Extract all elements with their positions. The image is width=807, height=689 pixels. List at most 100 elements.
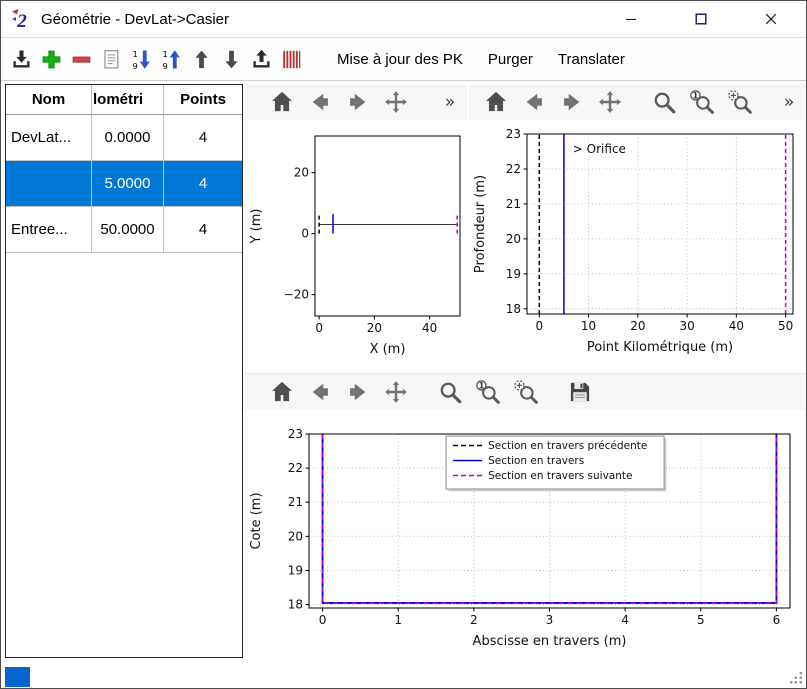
resize-grip[interactable] [789,671,803,685]
plan-toolbar: » [245,84,467,120]
forward-icon[interactable] [343,377,373,407]
svg-text:Abscisse en travers (m): Abscisse en travers (m) [473,634,627,649]
titlebar: 2 Géométrie - DevLat->Casier [1,1,806,38]
svg-text:Y (m): Y (m) [249,209,264,245]
svg-text:0: 0 [535,319,543,333]
minimize-button[interactable] [596,1,666,37]
profile-toolbar: 1» [469,84,806,120]
plan-chart[interactable]: 02040−20020X (m)Y (m) [245,120,467,366]
pan-icon[interactable] [381,377,411,407]
section-panel: 1 0123456181920212223Abscisse en travers… [245,373,806,660]
maximize-button[interactable] [666,1,736,37]
svg-text:18: 18 [288,598,303,612]
section-chart[interactable]: 0123456181920212223Abscisse en travers (… [245,410,806,660]
cell-nom[interactable] [6,161,92,206]
column-header-nom[interactable]: Nom [6,85,92,114]
svg-text:6: 6 [773,613,781,627]
svg-text:21: 21 [288,495,303,509]
table-header: Nom lométri Points [6,85,242,115]
svg-text:20: 20 [367,321,382,335]
zoom-fit-icon[interactable] [511,377,541,407]
add-icon[interactable] [40,48,63,71]
svg-text:Section en travers précédente: Section en travers précédente [488,440,647,452]
update-pk-button[interactable]: Mise à jour des PK [328,48,472,71]
svg-text:Section en travers: Section en travers [488,455,584,467]
cell-pk[interactable]: 50.0000 [92,207,164,252]
zoom-icon[interactable] [649,87,679,117]
zoom-one-icon[interactable]: 1 [687,87,717,117]
import-icon[interactable] [10,48,33,71]
taskbar-fragment[interactable] [5,667,30,687]
cell-pk[interactable]: 5.0000 [92,161,164,206]
back-icon[interactable] [305,87,335,117]
purge-button[interactable]: Purger [479,48,542,71]
document-icon[interactable] [100,48,123,71]
svg-text:1: 1 [394,613,402,627]
profile-chart[interactable]: 01020304050181920212223Point Kilométriqu… [469,120,806,366]
window-controls [596,1,806,37]
barcode-icon[interactable] [280,48,303,71]
svg-text:9: 9 [133,60,138,70]
column-header-points[interactable]: Points [164,85,242,114]
forward-icon[interactable] [557,87,587,117]
svg-text:22: 22 [506,162,521,176]
svg-text:0: 0 [315,321,323,335]
svg-text:5: 5 [697,613,705,627]
translate-button[interactable]: Translater [549,48,634,71]
table-body: DevLat...0.000045.00004Entree...50.00004 [6,115,242,253]
cell-points[interactable]: 4 [164,115,242,160]
cell-nom[interactable]: DevLat... [6,115,92,160]
back-icon[interactable] [519,87,549,117]
zoom-fit-icon[interactable] [725,87,755,117]
app-window: 2 Géométrie - DevLat->Casier 1919Mise à … [0,0,807,689]
window-title: Géométrie - DevLat->Casier [41,11,229,28]
svg-text:»: » [784,92,795,112]
close-button[interactable] [736,1,806,37]
svg-text:Profondeur (m): Profondeur (m) [473,175,488,273]
table-row[interactable]: DevLat...0.00004 [6,115,242,161]
move-up-icon[interactable] [190,48,213,71]
svg-text:1: 1 [692,91,698,101]
remove-icon[interactable] [70,48,93,71]
svg-text:22: 22 [288,461,303,475]
pan-icon[interactable] [381,87,411,117]
cell-points[interactable]: 4 [164,161,242,206]
move-down-icon[interactable] [220,48,243,71]
profile-panel: 1» 01020304050181920212223Point Kilométr… [469,84,806,366]
home-icon[interactable] [267,87,297,117]
back-icon[interactable] [305,377,335,407]
table-row[interactable]: 5.00004 [6,161,242,207]
svg-text:3: 3 [546,613,554,627]
svg-text:30: 30 [679,319,694,333]
sort-up-icon[interactable]: 19 [160,48,183,71]
svg-text:20: 20 [288,529,303,543]
svg-text:−20: −20 [284,288,309,302]
svg-text:1: 1 [133,49,138,59]
forward-icon[interactable] [343,87,373,117]
svg-text:9: 9 [163,60,168,70]
svg-text:Point Kilométrique (m): Point Kilométrique (m) [587,340,733,355]
table-row[interactable]: Entree...50.00004 [6,207,242,253]
cell-pk[interactable]: 0.0000 [92,115,164,160]
cell-points[interactable]: 4 [164,207,242,252]
column-header-pk[interactable]: lométri [92,85,164,114]
overflow-icon[interactable]: » [774,87,804,117]
overflow-icon[interactable]: » [435,87,465,117]
zoom-one-icon[interactable]: 1 [473,377,503,407]
svg-text:> Orifice: > Orifice [573,142,626,156]
pan-icon[interactable] [595,87,625,117]
svg-text:23: 23 [288,427,303,441]
app-icon: 2 [9,7,33,31]
svg-text:20: 20 [506,232,521,246]
home-icon[interactable] [267,377,297,407]
svg-text:50: 50 [778,319,793,333]
cell-nom[interactable]: Entree... [6,207,92,252]
export-icon[interactable] [250,48,273,71]
svg-text:1: 1 [478,381,484,391]
save-icon[interactable] [565,377,595,407]
svg-text:19: 19 [288,563,303,577]
sort-down-icon[interactable]: 19 [130,48,153,71]
zoom-icon[interactable] [435,377,465,407]
home-icon[interactable] [481,87,511,117]
svg-text:23: 23 [506,127,521,141]
